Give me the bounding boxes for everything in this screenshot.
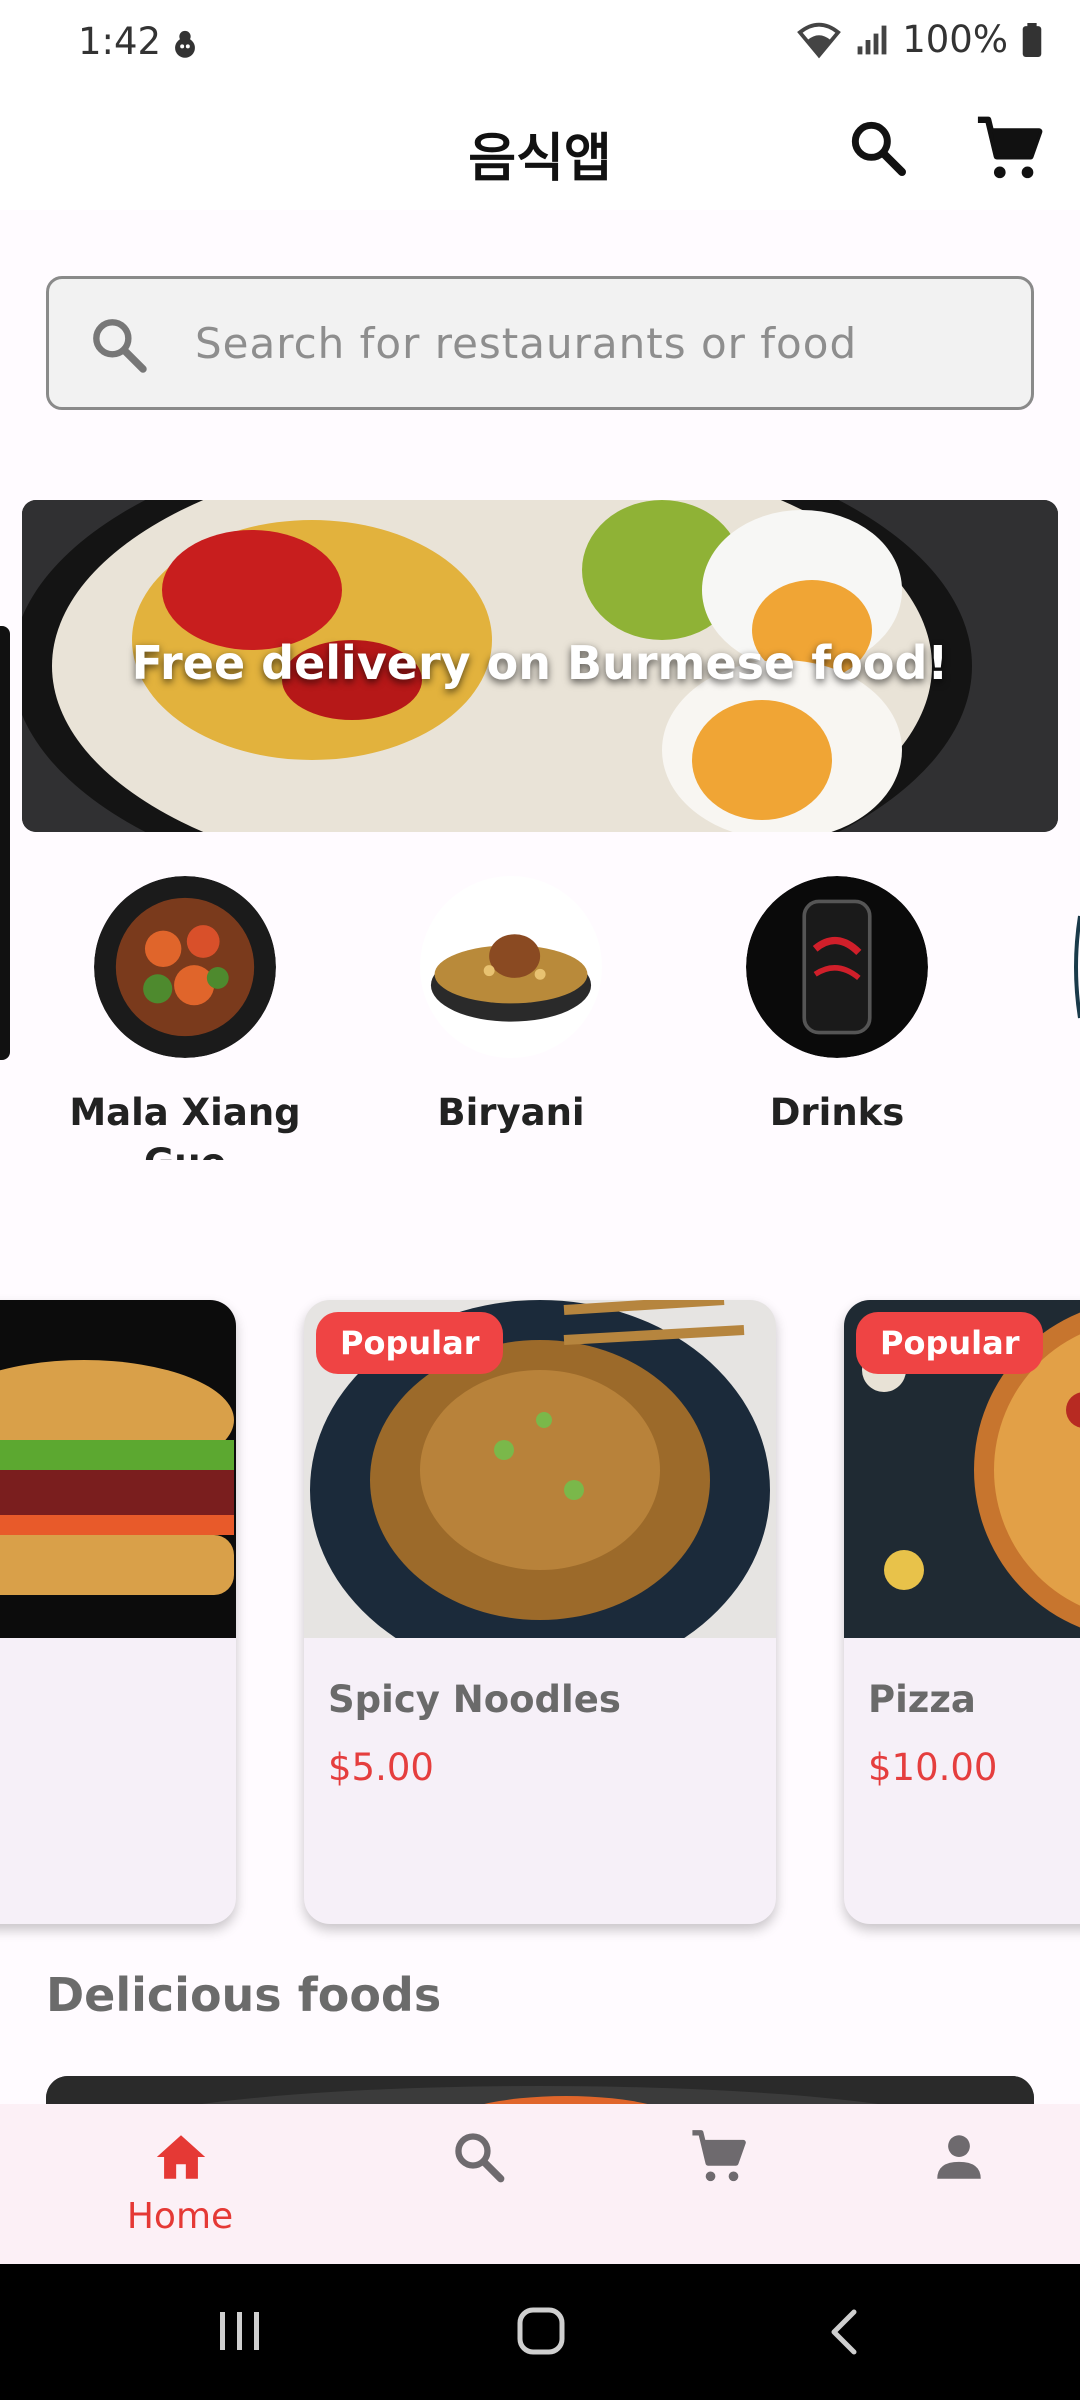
banner-text: Free delivery on Burmese food! — [131, 636, 949, 690]
drinks-image — [746, 876, 928, 1058]
nav-search[interactable] — [343, 2104, 613, 2264]
food-name: Spicy Noodles — [328, 1678, 621, 1721]
cart-icon[interactable] — [975, 114, 1045, 184]
app-title: 음식앱 — [468, 129, 612, 189]
battery-icon — [1022, 22, 1042, 57]
status-time: 1:42 — [78, 20, 162, 63]
food-card-burger[interactable] — [0, 1300, 236, 1924]
food-price: $10.00 — [868, 1746, 998, 1789]
food-card-spicy-noodles[interactable]: Popular Spicy Noodles $5.00 — [304, 1300, 776, 1924]
recent-apps-icon[interactable] — [216, 2308, 264, 2354]
person-icon — [937, 2135, 981, 2179]
popular-badge: Popular — [856, 1312, 1044, 1374]
wifi-icon — [797, 22, 842, 58]
status-bar: 1:42 100% — [0, 0, 1080, 90]
category-label: Drinks — [769, 1091, 905, 1134]
category-biryani[interactable]: Biryani — [361, 876, 661, 1160]
food-carousel[interactable]: Popular Spicy Noodles $5.00 Popular Pizz… — [0, 1290, 1080, 1950]
food-card-pizza[interactable]: Popular Pizza $10.00 — [844, 1300, 1080, 1924]
burger-image — [0, 1300, 236, 1638]
popular-badge: Popular — [316, 1312, 504, 1374]
home-button-icon[interactable] — [516, 2306, 566, 2356]
search-icon[interactable] — [846, 116, 910, 180]
notification-icon — [175, 30, 195, 58]
nav-profile[interactable] — [823, 2104, 1080, 2264]
back-icon[interactable] — [826, 2308, 860, 2356]
edge-panel-handle[interactable] — [0, 626, 10, 1060]
status-indicators: 100% — [796, 18, 1042, 61]
bottom-navigation: Home — [0, 2104, 1080, 2264]
food-name: Pizza — [868, 1678, 976, 1721]
search-input[interactable] — [195, 279, 1015, 407]
category-drinks[interactable]: Drinks — [687, 876, 987, 1160]
app-bar: 음식앱 — [0, 90, 1080, 210]
category-label: Mala Xiang Guo — [69, 1091, 301, 1160]
cart-icon — [692, 2130, 746, 2182]
section-title: Delicious foods — [46, 1968, 442, 2022]
nav-cart[interactable] — [583, 2104, 853, 2264]
system-navigation-bar — [0, 2264, 1080, 2400]
category-next-partial — [1074, 915, 1080, 1019]
search-icon — [93, 319, 147, 373]
home-icon — [156, 2135, 206, 2179]
category-mala-xiang-guo[interactable]: Mala Xiang Guo — [35, 876, 335, 1160]
biryani-image — [420, 876, 602, 1058]
battery-percentage: 100% — [902, 18, 1008, 61]
signal-icon — [857, 25, 887, 54]
search-box[interactable] — [46, 276, 1034, 410]
nav-home-label: Home — [126, 2196, 234, 2237]
promo-banner[interactable]: Free delivery on Burmese food! — [22, 500, 1058, 832]
food-price: $5.00 — [328, 1746, 434, 1789]
mala-xiang-guo-image — [94, 876, 276, 1058]
search-icon — [455, 2133, 505, 2183]
category-label: Biryani — [437, 1091, 585, 1134]
nav-home[interactable]: Home — [45, 2104, 315, 2264]
